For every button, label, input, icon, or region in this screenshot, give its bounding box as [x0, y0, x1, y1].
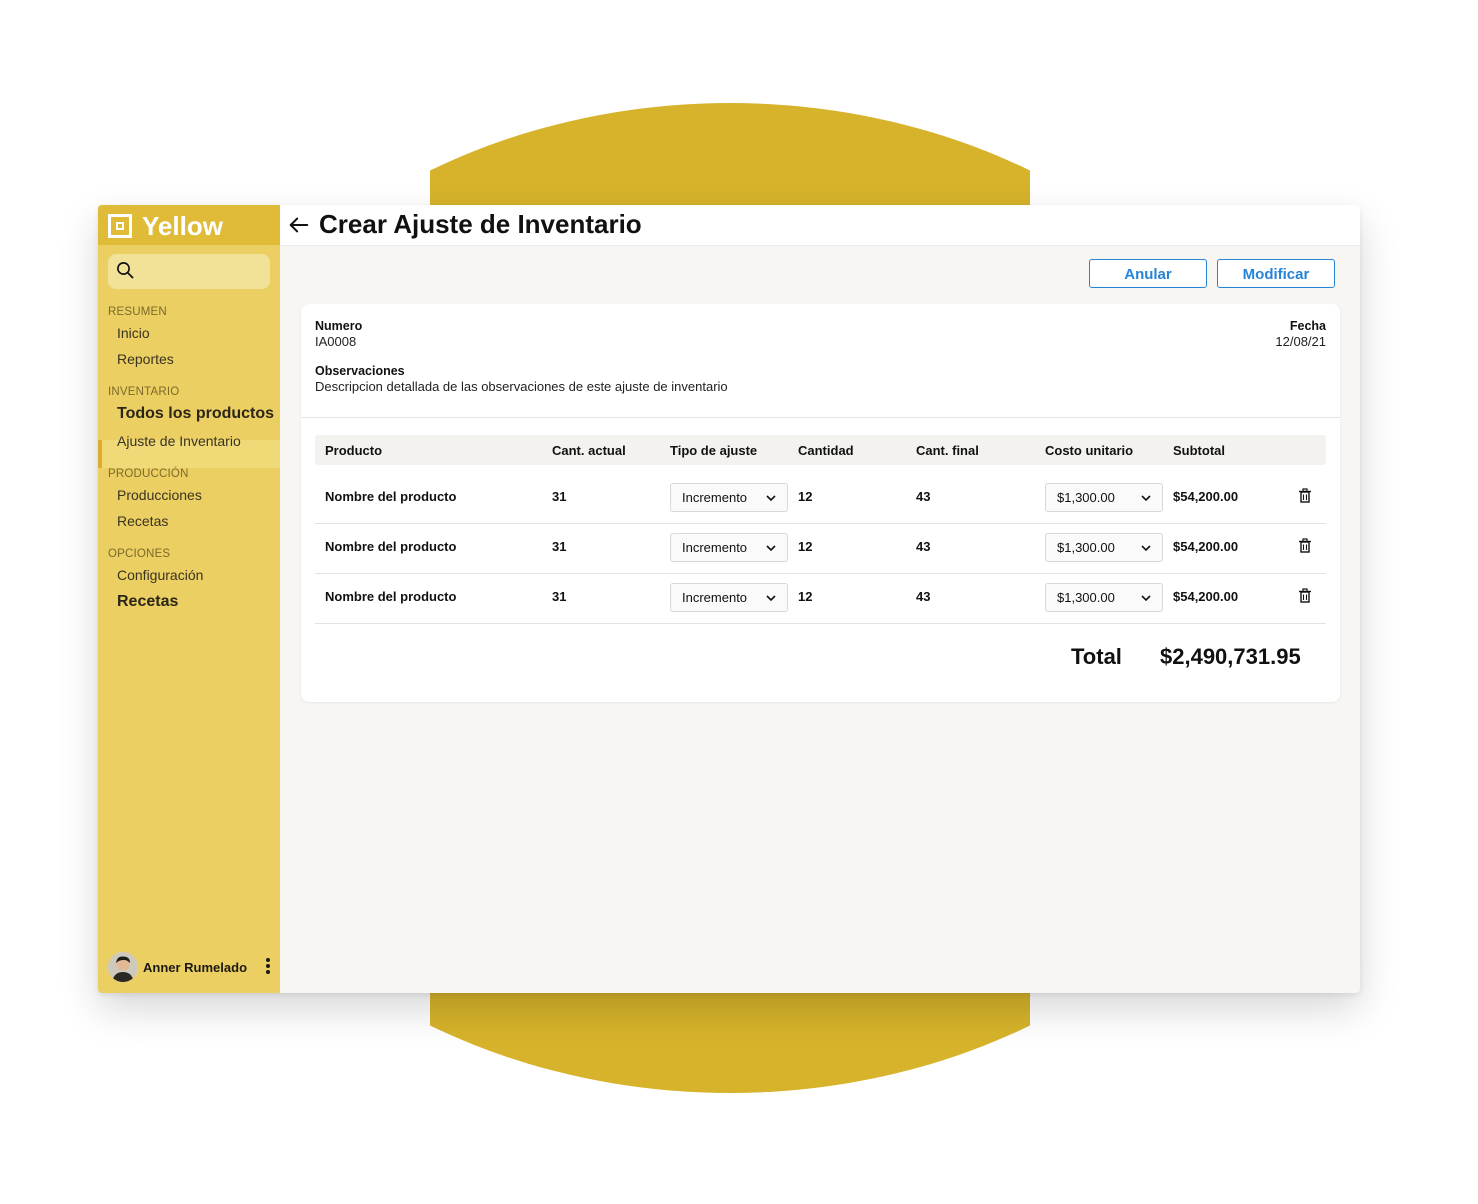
total-value: $2,490,731.95 [1160, 644, 1301, 669]
logo-icon [108, 214, 132, 238]
sidebar-item-ajuste-inventario[interactable]: Ajuste de Inventario [117, 433, 241, 449]
cell-producto: Nombre del producto [325, 539, 457, 554]
cell-cantidad: 12 [798, 539, 813, 554]
cell-subtotal: $54,200.00 [1173, 589, 1239, 604]
app-window: Yellow RESUMEN Inicio Reportes INVENTARI… [98, 205, 1360, 993]
tipo-ajuste-select[interactable]: Incremento [670, 483, 788, 512]
section-title-opciones: OPCIONES [108, 548, 171, 560]
costo-unitario-select[interactable]: $1,300.00 [1045, 533, 1163, 562]
sidebar-active-indicator [98, 440, 102, 468]
section-title-inventario: INVENTARIO [108, 386, 180, 398]
cell-producto: Nombre del producto [325, 589, 457, 604]
cell-cantidad: 12 [798, 489, 813, 504]
cell-subtotal: $54,200.00 [1173, 489, 1239, 504]
section-title-resumen: RESUMEN [108, 306, 167, 318]
avatar [108, 952, 138, 982]
observaciones-label: Observaciones [315, 364, 405, 378]
sidebar-item-producciones[interactable]: Producciones [117, 487, 202, 503]
table-row: Nombre del producto 31 Incremento 12 43 … [315, 573, 1326, 624]
page-title: Crear Ajuste de Inventario [319, 209, 642, 239]
numero-value: IA0008 [315, 334, 357, 349]
cell-cant-final: 43 [916, 539, 931, 554]
costo-unitario-value: $1,300.00 [1057, 490, 1115, 505]
page-header: Crear Ajuste de Inventario [280, 205, 1360, 246]
cell-cant-final: 43 [916, 589, 931, 604]
brand-bar: Yellow [98, 205, 280, 245]
brand-name: Yellow [142, 211, 223, 241]
costo-unitario-value: $1,300.00 [1057, 590, 1115, 605]
adjustment-card: Numero IA0008 Fecha 12/08/21 Observacion… [301, 304, 1340, 702]
table-row: Nombre del producto 31 Incremento 12 43 … [315, 523, 1326, 574]
user-name: Anner Rumelado [143, 960, 248, 975]
tipo-ajuste-select[interactable]: Incremento [670, 533, 788, 562]
tipo-ajuste-value: Incremento [682, 540, 748, 555]
cell-cant-actual: 31 [552, 589, 567, 604]
cancel-button[interactable]: Anular [1089, 259, 1207, 288]
chevron-down-icon [1141, 595, 1151, 602]
costo-unitario-value: $1,300.00 [1057, 540, 1115, 555]
chevron-down-icon [1141, 545, 1151, 552]
search-input[interactable] [108, 254, 270, 289]
search-icon [117, 262, 134, 279]
cell-cant-final: 43 [916, 489, 931, 504]
modify-button[interactable]: Modificar [1217, 259, 1335, 288]
chevron-down-icon [1141, 495, 1151, 502]
back-arrow-icon[interactable] [288, 214, 310, 236]
trash-icon[interactable] [1298, 538, 1312, 554]
sidebar-item-configuracion[interactable]: Configuración [117, 567, 203, 583]
column-header-subtotal: Subtotal [1173, 443, 1225, 458]
fecha-value: 12/08/21 [1275, 334, 1326, 349]
column-header-costo-unitario: Costo unitario [1045, 443, 1134, 458]
card-divider [301, 417, 1340, 418]
table-row: Nombre del producto 31 Incremento 12 43 … [315, 473, 1326, 524]
more-options-icon[interactable] [263, 956, 273, 978]
column-header-cant-final: Cant. final [916, 443, 979, 458]
tipo-ajuste-select[interactable]: Incremento [670, 583, 788, 612]
costo-unitario-select[interactable]: $1,300.00 [1045, 583, 1163, 612]
section-title-produccion: PRODUCCIÓN [108, 468, 189, 480]
trash-icon[interactable] [1298, 588, 1312, 604]
sidebar-item-recetas-opciones[interactable]: Recetas [117, 593, 178, 611]
costo-unitario-select[interactable]: $1,300.00 [1045, 483, 1163, 512]
trash-icon[interactable] [1298, 488, 1312, 504]
fecha-label: Fecha [1289, 319, 1326, 333]
chevron-down-icon [766, 545, 776, 552]
numero-label: Numero [315, 319, 363, 333]
column-header-cantidad: Cantidad [798, 443, 854, 458]
chevron-down-icon [766, 595, 776, 602]
total-label: Total [1071, 644, 1122, 669]
table-header: Producto Cant. actual Tipo de ajuste Can… [315, 435, 1326, 465]
sidebar: Yellow RESUMEN Inicio Reportes INVENTARI… [98, 205, 280, 993]
cell-cantidad: 12 [798, 589, 813, 604]
user-profile[interactable]: Anner Rumelado [108, 952, 278, 984]
tipo-ajuste-value: Incremento [682, 590, 748, 605]
sidebar-item-todos-productos[interactable]: Todos los productos [117, 405, 274, 423]
cell-subtotal: $54,200.00 [1173, 539, 1239, 554]
sidebar-item-inicio[interactable]: Inicio [117, 325, 150, 341]
column-header-producto: Producto [325, 443, 383, 458]
cell-cant-actual: 31 [552, 489, 567, 504]
sidebar-item-reportes[interactable]: Reportes [117, 351, 174, 367]
sidebar-item-recetas[interactable]: Recetas [117, 513, 168, 529]
column-header-cant-actual: Cant. actual [552, 443, 626, 458]
observaciones-value: Descripcion detallada de las observacion… [315, 379, 728, 394]
column-header-tipo-ajuste: Tipo de ajuste [670, 443, 758, 458]
chevron-down-icon [766, 495, 776, 502]
tipo-ajuste-value: Incremento [682, 490, 748, 505]
cell-cant-actual: 31 [552, 539, 567, 554]
cell-producto: Nombre del producto [325, 489, 457, 504]
